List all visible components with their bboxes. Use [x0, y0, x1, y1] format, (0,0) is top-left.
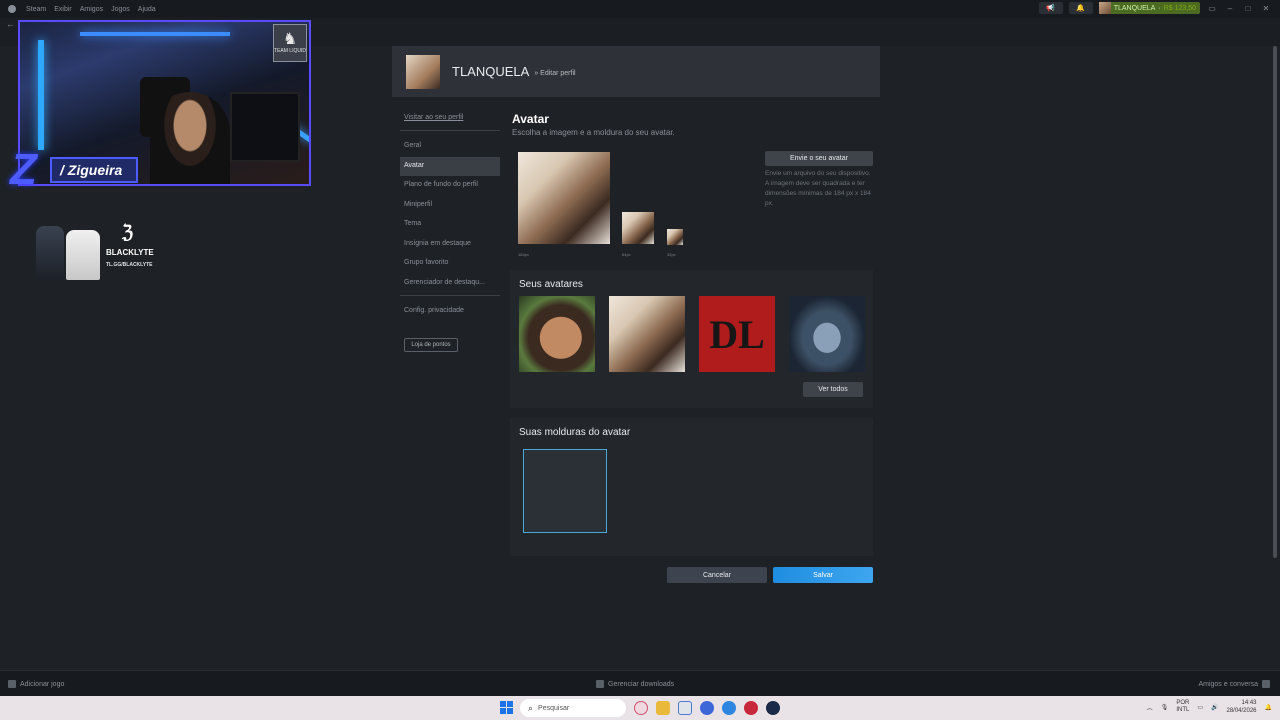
sponsor-url: TL.GG/BLACKLYTE: [106, 262, 153, 268]
app-icon-6[interactable]: [744, 701, 758, 715]
section-description: Escolha a imagem e a moldura do seu avat…: [512, 128, 675, 137]
nav-item-theme[interactable]: Tema: [400, 215, 500, 235]
clock[interactable]: 14:43 28/04/2026: [1226, 699, 1256, 715]
avatar-preview-small: [667, 229, 683, 245]
avatar-frames-panel: Suas molduras do avatar: [510, 418, 873, 556]
avatar-preview-large: [518, 152, 610, 244]
save-button[interactable]: Salvar: [773, 567, 873, 583]
avatar-option[interactable]: [609, 296, 685, 372]
menu-games[interactable]: Jogos: [111, 6, 130, 13]
streamer-figure: [150, 92, 230, 184]
volume-icon[interactable]: 🔊: [1211, 704, 1218, 711]
nav-item-miniprofile[interactable]: Miniperfil: [400, 196, 500, 216]
file-explorer-icon[interactable]: [656, 701, 670, 715]
profile-avatar: [406, 54, 440, 89]
streamer-nametag: Z / Zigueira: [10, 146, 139, 194]
menu-steam[interactable]: Steam: [26, 6, 46, 13]
avatar-option[interactable]: [519, 296, 595, 372]
title-bar-right: 📢 🔔 TLANQUELA · R$ 123,50 ▭ – □ ✕: [1038, 2, 1272, 14]
steam-bottom-bar: Adicionar jogo Gerenciar downloads Amigo…: [0, 670, 1280, 696]
friends-chat-button[interactable]: Amigos e conversa: [1198, 680, 1270, 688]
frame-option-none[interactable]: [523, 449, 607, 533]
nav-item-showcase-manager[interactable]: Gerenciador de destaqu...: [400, 274, 500, 294]
size-label-large: 184px: [518, 252, 529, 257]
avatar-option[interactable]: DL: [699, 296, 775, 372]
nav-item-featured-badge[interactable]: Insígnia em destaque: [400, 235, 500, 255]
your-avatars-title: Seus avatares: [519, 279, 583, 290]
bell-icon[interactable]: 🔔: [1068, 2, 1093, 14]
plus-icon: [8, 680, 16, 688]
section-title: Avatar: [512, 112, 549, 126]
steam-logo-icon: [8, 5, 16, 13]
edit-profile-nav: Visitar ao seu perfil Geral Avatar Plano…: [400, 110, 500, 352]
language-indicator[interactable]: POR INTL: [1176, 700, 1189, 714]
avatar-option[interactable]: [789, 296, 865, 372]
windows-start-icon[interactable]: [500, 701, 513, 714]
download-icon: [596, 680, 604, 688]
nav-item-favorite-group[interactable]: Grupo favorito: [400, 254, 500, 274]
menu-friends[interactable]: Amigos: [80, 6, 103, 13]
windows-taskbar: ⌕ Pesquisar ︿ 🎙 POR INTL ▭ 🔊 14:43 28/04/2…: [0, 696, 1280, 720]
close-icon[interactable]: ✕: [1260, 4, 1272, 13]
search-icon: ⌕: [528, 702, 534, 713]
gaming-chairs-image: [36, 226, 100, 280]
steam-title-bar: Steam Exibir Amigos Jogos Ajuda 📢 🔔 TLAN…: [0, 0, 1280, 18]
app-icon-4[interactable]: [700, 701, 714, 715]
profile-name: TLANQUELA: [452, 64, 530, 79]
minimize-icon[interactable]: –: [1224, 4, 1236, 13]
size-label-medium: 64px: [622, 252, 631, 257]
sponsor-banner: ℨ BLACKLYTE TL.GG/BLACKLYTE: [36, 222, 166, 280]
notification-icon[interactable]: 🔔: [1265, 704, 1272, 711]
your-avatars-panel: Seus avatares DL Ver todos: [510, 270, 873, 408]
blacklyte-logo-icon: ℨ: [122, 222, 134, 242]
visit-profile-link[interactable]: Visitar ao seu perfil: [400, 110, 500, 125]
cancel-button[interactable]: Cancelar: [667, 567, 767, 583]
horse-icon: ♞: [282, 31, 298, 48]
user-account-chip[interactable]: TLANQUELA · R$ 123,50: [1098, 2, 1200, 14]
nav-item-privacy[interactable]: Config. privacidade: [400, 302, 500, 322]
nav-item-general[interactable]: Geral: [400, 137, 500, 157]
taskbar-search[interactable]: ⌕ Pesquisar: [520, 699, 626, 717]
steam-menu: Steam Exibir Amigos Jogos Ajuda: [8, 5, 156, 13]
add-game-button[interactable]: Adicionar jogo: [8, 680, 64, 688]
system-tray: ︿ 🎙 POR INTL ▭ 🔊 14:43 28/04/2026 🔔: [1147, 699, 1272, 715]
user-name: TLANQUELA: [1113, 4, 1156, 12]
streamer-name: / Zigueira: [50, 157, 139, 183]
app-icon-3[interactable]: [678, 701, 692, 715]
upload-avatar-button[interactable]: Envie o seu avatar: [765, 151, 873, 166]
profile-subtitle: » Editar perfil: [534, 69, 576, 77]
app-icon-1[interactable]: [634, 701, 648, 715]
maximize-icon[interactable]: □: [1242, 4, 1254, 13]
chat-icon: [1262, 680, 1270, 688]
megaphone-icon[interactable]: 📢: [1038, 2, 1063, 14]
edge-icon[interactable]: [722, 701, 736, 715]
steam-taskbar-icon[interactable]: [766, 701, 780, 715]
upload-help-text: Envie um arquivo do seu dispositivo. A i…: [765, 170, 871, 207]
size-label-small: 32px: [667, 252, 676, 257]
network-icon[interactable]: ▭: [1197, 704, 1203, 711]
profile-header: TLANQUELA » Editar perfil: [392, 46, 880, 97]
user-avatar: [1098, 2, 1111, 14]
see-all-button[interactable]: Ver todos: [803, 382, 863, 397]
page-scrollbar[interactable]: [1273, 46, 1277, 558]
sponsor-brand: BLACKLYTE: [106, 248, 154, 257]
wallet-balance: R$ 123,50: [1163, 4, 1196, 12]
nav-item-avatar[interactable]: Avatar: [400, 156, 500, 176]
menu-view[interactable]: Exibir: [54, 6, 72, 13]
back-arrow-icon[interactable]: ←: [6, 18, 15, 30]
monitor-icon[interactable]: ▭: [1206, 4, 1218, 13]
avatar-preview-medium: [622, 212, 654, 244]
frames-title: Suas molduras do avatar: [519, 427, 631, 438]
avatar-section: Avatar Escolha a imagem e a moldura do s…: [512, 112, 877, 257]
points-shop-button[interactable]: Loja de pontos: [404, 337, 458, 352]
chevron-up-icon[interactable]: ︿: [1147, 703, 1153, 712]
team-liquid-logo: ♞ TEAM LIQUID: [273, 24, 307, 62]
manage-downloads-button[interactable]: Gerenciar downloads: [596, 680, 674, 688]
nav-item-background[interactable]: Plano de fundo do perfil: [400, 176, 500, 196]
microphone-icon[interactable]: 🎙: [1161, 704, 1169, 711]
menu-help[interactable]: Ajuda: [138, 6, 156, 13]
